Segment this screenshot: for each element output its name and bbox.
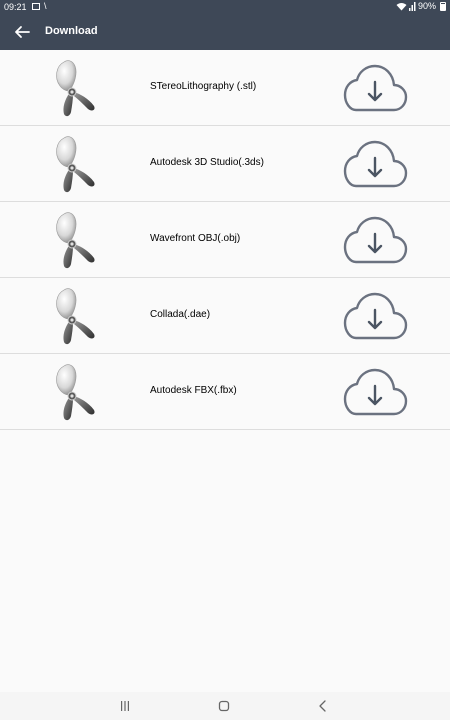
propeller-icon [56,212,95,269]
wifi-icon [396,2,407,10]
battery-percent: 90% [417,1,436,11]
propeller-icon [56,364,95,421]
cloud-download-icon[interactable] [342,136,408,192]
gallery-notification-icon [32,3,40,10]
cloud-download-icon[interactable] [342,60,408,116]
home-icon[interactable] [216,698,232,714]
recent-apps-icon[interactable] [117,698,133,714]
propeller-icon [56,60,95,117]
propeller-icon [56,136,95,193]
download-item[interactable]: Autodesk FBX(.fbx) [0,354,450,430]
cloud-download-icon[interactable] [342,288,408,344]
download-item[interactable]: Collada(.dae) [0,278,450,354]
signal-icon [408,1,416,11]
download-item[interactable]: STereoLithography (.stl) [0,50,450,126]
status-time: 09:21 [4,2,27,12]
back-arrow-icon[interactable] [10,20,34,44]
cloud-download-icon[interactable] [342,364,408,420]
download-format-list: STereoLithography (.stl) Autodesk 3D Stu… [0,50,450,430]
system-nav-bar [0,692,450,720]
download-item[interactable]: Autodesk 3D Studio(.3ds) [0,126,450,202]
page-title: Download [45,25,98,37]
back-nav-icon[interactable] [315,698,331,714]
download-item[interactable]: Wavefront OBJ(.obj) [0,202,450,278]
format-label: Wavefront OBJ(.obj) [150,233,241,244]
status-right: 90% [396,1,446,11]
app-bar: Download [0,14,450,50]
battery-icon [440,1,446,11]
format-label: STereoLithography (.stl) [150,81,257,92]
format-label: Collada(.dae) [150,309,211,320]
status-bar: 09:21 \ 90% [0,0,450,14]
cloud-download-icon[interactable] [342,212,408,268]
propeller-icon [56,288,95,345]
format-label: Autodesk 3D Studio(.3ds) [150,157,264,168]
format-label: Autodesk FBX(.fbx) [150,385,237,396]
notification-icon: \ [44,1,47,11]
